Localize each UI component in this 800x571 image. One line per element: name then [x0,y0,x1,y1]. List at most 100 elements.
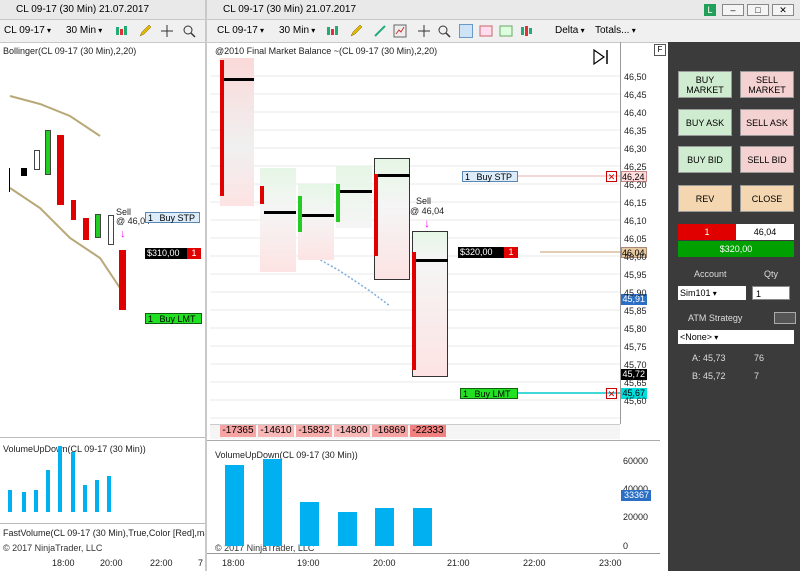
sell-market-button[interactable]: SELL MARKET [740,71,794,98]
volume-bar [262,459,282,546]
pencil-icon[interactable] [349,24,363,38]
main-chart-title: CL 09-17 (30 Min) 21.07.2017 [223,4,357,15]
atm-strategy-select[interactable]: <None> [678,330,794,344]
footprint-bar-5-poc [378,174,410,177]
main-position-tag[interactable]: $320,00 1 [458,247,520,258]
time-label: 19:00 [297,558,320,568]
left-instrument-select[interactable]: CL 09-17 [4,20,51,42]
left-volume-bar [34,490,38,512]
bar-chart-icon[interactable] [325,24,339,38]
left-chart-title: CL 09-17 (30 Min) 21.07.2017 [16,4,150,15]
left-panel-divider[interactable] [0,437,205,438]
bid-size: 7 [754,371,760,381]
indicators-icon[interactable] [393,24,407,38]
delta-cell: -14610 [258,425,294,437]
delta-cell: -15832 [296,425,332,437]
price-axis-label: 46,35 [624,126,647,136]
maximize-button[interactable]: □ [747,4,769,16]
footprint-bar-2-body [260,186,264,204]
main-instrument-select[interactable]: CL 09-17 [217,20,264,42]
main-chart-window: CL 09-17 (30 Min) 21.07.2017 L – □ ✕ CL … [207,0,800,571]
sell-bid-button[interactable]: SELL BID [740,146,794,173]
left-position-pnl: $310,00 [145,248,187,259]
chart-trader-icon[interactable] [459,24,473,38]
price-axis-label: 46,00 [624,252,647,262]
buy-bid-button[interactable]: BUY BID [678,146,732,173]
bar-chart-icon[interactable] [114,24,128,38]
footprint-bar-4 [336,166,372,228]
time-label: 20:00 [373,558,396,568]
main-volume-label: VolumeUpDown(CL 09-17 (30 Min)) [215,450,358,460]
time-axis[interactable] [207,553,660,571]
left-chart-window: CL 09-17 (30 Min) 21.07.2017 CL 09-17 30… [0,0,205,571]
footprint-bar-1-poc [224,78,254,81]
rev-button[interactable]: REV [678,185,732,212]
price-axis-label: 46,30 [624,144,647,154]
footprint-bar-3 [298,184,334,260]
left-position-tag[interactable]: $310,00 1 [145,248,201,259]
left-buy-lmt-order[interactable]: 1 Buy LMT [145,313,202,324]
main-buy-lmt-cancel-icon[interactable]: ✕ [606,388,617,399]
buy-market-button[interactable]: BUY MARKET [678,71,732,98]
left-volume-bar [71,452,75,512]
bid-price: B: 45,72 [692,371,726,381]
left-volume-bar [46,470,50,512]
footprint-bar-5-body [374,174,378,256]
zoom-icon[interactable] [437,24,451,38]
atm-strategy-settings-icon[interactable] [774,312,796,324]
footprint-bar-6-poc [416,259,448,262]
price-axis-label: 46,10 [624,216,647,226]
crosshair-icon[interactable] [160,24,174,38]
strategies-icon[interactable] [519,24,533,38]
qty-input[interactable]: 1 [752,286,790,300]
main-buy-stp-label: Buy STP [476,172,513,182]
left-volume-bar [95,480,99,512]
templates-icon[interactable] [479,24,493,38]
totals-select[interactable]: Totals... [595,20,636,42]
position-price-box: 46,04 [736,224,794,240]
volume-bar [300,502,319,546]
left-sell-arrow-icon: ↓ [120,228,126,240]
left-buy-stp-order[interactable]: 1 Buy STP [145,212,200,223]
left-buy-lmt-label: Buy LMT [159,314,196,324]
account-select[interactable]: Sim101 [678,286,746,300]
left-buy-lmt-qty: 1 [148,314,154,324]
left-candle-7 [83,218,89,240]
main-buy-stp-cancel-icon[interactable]: ✕ [606,171,617,182]
properties-icon[interactable] [499,24,513,38]
main-position-pnl: $320,00 [458,247,504,258]
left-candle-1 [9,168,10,192]
drawing-tool-icon[interactable] [373,24,387,38]
l-badge[interactable]: L [704,4,716,16]
close-button[interactable]: ✕ [772,4,794,16]
pencil-icon[interactable] [138,24,152,38]
volume-panel-divider[interactable] [207,440,660,441]
footprint-bar-2-poc [264,211,296,214]
left-fastvolume-divider[interactable] [0,523,205,524]
left-candle-4 [45,130,51,175]
price-axis-label: 45,95 [624,270,647,280]
ask-size: 76 [754,353,765,363]
left-candle-3 [34,150,40,170]
footprint-bar-6 [412,231,448,377]
main-interval-select[interactable]: 30 Min [279,20,315,42]
position-qty-box: 1 [678,224,736,240]
position-pnl-box: $320,00 [678,241,794,257]
volume-bar [225,465,244,546]
zoom-icon[interactable] [182,24,196,38]
main-buy-lmt-order[interactable]: 1 Buy LMT [460,388,518,399]
main-buy-stp-order[interactable]: 1 Buy STP [462,171,518,182]
close-position-button[interactable]: CLOSE [740,185,794,212]
crosshair-icon[interactable] [417,24,431,38]
left-chart-titlebar[interactable]: CL 09-17 (30 Min) 21.07.2017 [0,0,205,20]
delta-select[interactable]: Delta [555,20,585,42]
main-sell-label: Sell [416,196,432,206]
buy-ask-button[interactable]: BUY ASK [678,109,732,136]
left-position-qty: 1 [187,248,201,259]
main-chart-titlebar[interactable]: CL 09-17 (30 Min) 21.07.2017 L – □ ✕ [207,0,800,20]
left-interval-select[interactable]: 30 Min [66,20,102,42]
left-bollinger-label: Bollinger(CL 09-17 (30 Min),2,20) [3,46,137,56]
minimize-button[interactable]: – [722,4,744,16]
delta-cell: -14800 [334,425,370,437]
sell-ask-button[interactable]: SELL ASK [740,109,794,136]
